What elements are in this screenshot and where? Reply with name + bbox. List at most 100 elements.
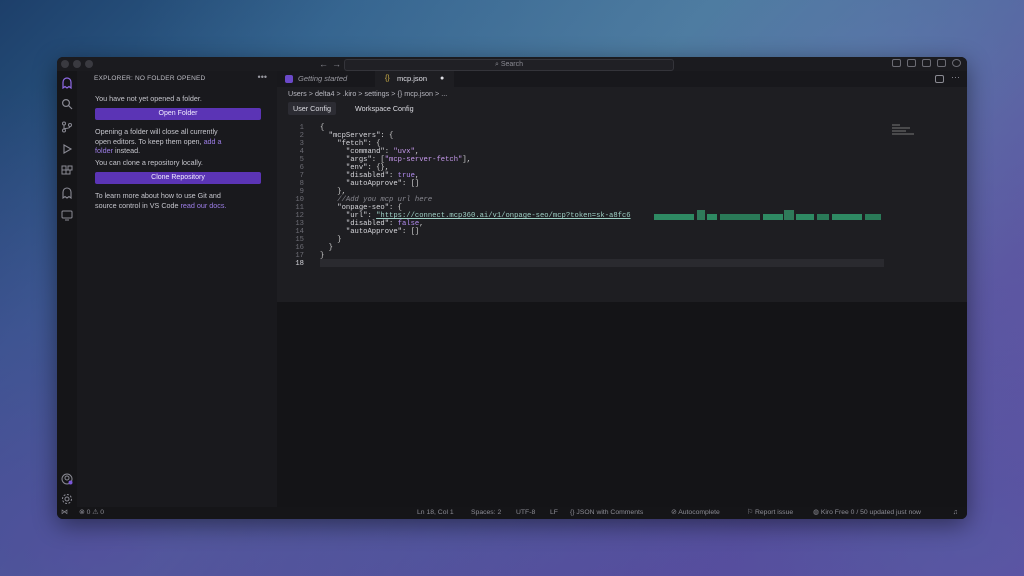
note-line-2: open editors. To keep them open, <box>95 136 202 146</box>
redaction-block <box>763 214 783 220</box>
line-number: 10 <box>295 196 304 204</box>
run-debug-icon[interactable] <box>61 143 73 155</box>
autocomplete-label: Autocomplete <box>678 509 720 516</box>
split-editor-icon[interactable] <box>935 75 944 83</box>
ghost-icon[interactable] <box>61 187 73 200</box>
kiro-ghost-icon[interactable] <box>61 77 73 90</box>
line-number-current: 18 <box>295 260 304 268</box>
comment: //Add you mcp url here <box>320 196 433 204</box>
line-number: 2 <box>299 132 304 140</box>
settings-gear-icon[interactable] <box>61 493 73 505</box>
explorer-sidebar: EXPLORER: NO FOLDER OPENED ••• You have … <box>77 71 277 507</box>
plan-status[interactable]: ◍ Kiro Free 0 / 50 updated just now <box>813 507 921 519</box>
zoom-window-button[interactable] <box>85 60 93 68</box>
token: "disabled" <box>320 220 390 228</box>
tab-label: Getting started <box>298 74 348 83</box>
more-actions-icon[interactable]: ••• <box>258 72 267 82</box>
token: "env" <box>320 164 368 172</box>
back-arrow-icon[interactable]: ← <box>319 57 328 71</box>
token: , <box>414 148 420 156</box>
remote-explorer-icon[interactable] <box>61 209 73 221</box>
folder-link[interactable]: folder <box>95 146 113 155</box>
line-number: 6 <box>299 164 304 172</box>
title-bar: ← → ⌕ Search <box>57 57 967 71</box>
redaction-block <box>865 214 881 220</box>
token: } <box>320 244 333 252</box>
search-icon[interactable] <box>61 98 73 110</box>
redaction-block <box>817 214 829 220</box>
code-line: "disabled": true, <box>320 172 419 180</box>
activity-bar <box>57 71 77 507</box>
url-link[interactable]: "https://connect.mcp360.ai/v1/onpage-seo… <box>376 212 630 220</box>
end-of-line[interactable]: LF <box>550 507 558 519</box>
indentation[interactable]: Spaces: 2 <box>471 507 501 519</box>
minimap[interactable] <box>892 123 922 137</box>
redaction-block <box>796 214 814 220</box>
tab-workspace-config[interactable]: Workspace Config <box>350 102 419 115</box>
autocomplete-toggle[interactable]: ⊘ Autocomplete <box>671 507 720 519</box>
forward-arrow-icon[interactable]: → <box>332 57 341 71</box>
token: "url" <box>320 212 368 220</box>
tab-user-config[interactable]: User Config <box>288 102 336 115</box>
token: "disabled" <box>320 172 390 180</box>
open-folder-button[interactable]: Open Folder <box>95 108 261 120</box>
code-line: } <box>320 244 333 252</box>
problems-indicator[interactable]: ⊗ 0 ⚠ 0 <box>79 507 104 519</box>
code-line: { <box>320 124 324 132</box>
tab-mcp-json[interactable]: {} mcp.json ● <box>375 71 454 87</box>
redaction-block <box>720 214 760 220</box>
token: "autoApprove" <box>320 228 402 236</box>
breadcrumb[interactable]: Users > delta4 > .kiro > settings > {} m… <box>288 89 447 98</box>
editor-more-icon[interactable]: ⋯ <box>951 72 960 83</box>
tab-label: mcp.json <box>397 74 428 83</box>
add-a-folder-link[interactable]: add a <box>204 137 222 146</box>
language-mode[interactable]: {} JSON with Comments <box>570 507 643 519</box>
read-docs-link[interactable]: read our docs. <box>181 201 227 210</box>
token: : [ <box>371 156 385 164</box>
extensions-icon[interactable] <box>61 165 73 177</box>
cursor-position[interactable]: Ln 18, Col 1 <box>417 507 454 519</box>
line-number: 4 <box>299 148 304 156</box>
clone-repository-button[interactable]: Clone Repository <box>95 172 261 184</box>
line-number: 15 <box>295 236 304 244</box>
token: }, <box>320 188 346 196</box>
open-folder-note: Opening a folder will close all currentl… <box>95 127 263 156</box>
source-control-icon[interactable] <box>61 121 73 133</box>
tab-getting-started[interactable]: Getting started <box>277 71 372 87</box>
remote-indicator-icon[interactable]: ⋈ <box>61 507 68 519</box>
git-line-2: source control in VS Code <box>95 200 179 210</box>
line-number: 14 <box>295 228 304 236</box>
line-number: 1 <box>299 124 304 132</box>
tab-bar: Getting started {} mcp.json ● ⋯ <box>277 71 967 87</box>
code-line: "fetch": { <box>320 140 380 148</box>
notifications-icon[interactable]: ♫ <box>953 507 958 519</box>
toggle-secondary-sidebar-icon[interactable] <box>892 59 901 67</box>
toggle-auxiliary-bar-icon[interactable] <box>937 59 946 67</box>
current-line-highlight <box>320 259 884 267</box>
token: false <box>397 220 420 228</box>
token: : [] <box>401 228 420 236</box>
token: } <box>320 236 342 244</box>
toggle-primary-sidebar-icon[interactable] <box>907 59 916 67</box>
minimize-window-button[interactable] <box>73 60 81 68</box>
command-center-search[interactable]: ⌕ Search <box>344 59 674 71</box>
kiro-icon <box>285 75 293 83</box>
layout-controls <box>892 59 961 67</box>
token: true <box>397 172 415 180</box>
code-line: }, <box>320 188 346 196</box>
unsaved-dot-icon[interactable]: ● <box>440 71 444 87</box>
account-icon[interactable] <box>61 473 73 485</box>
report-issue[interactable]: ⚐ Report issue <box>747 507 793 519</box>
clone-text: You can clone a repository locally. <box>95 158 203 167</box>
redaction-block <box>832 214 862 220</box>
token: : { <box>367 140 381 148</box>
chat-icon[interactable] <box>952 59 961 67</box>
toggle-panel-icon[interactable] <box>922 59 931 67</box>
encoding[interactable]: UTF-8 <box>516 507 535 519</box>
code-line: "autoApprove": [] <box>320 180 419 188</box>
redaction-block <box>784 210 794 220</box>
token: : {}, <box>367 164 390 172</box>
plan-label: Kiro Free 0 / 50 updated just now <box>820 509 921 516</box>
close-window-button[interactable] <box>61 60 69 68</box>
line-number: 8 <box>299 180 304 188</box>
